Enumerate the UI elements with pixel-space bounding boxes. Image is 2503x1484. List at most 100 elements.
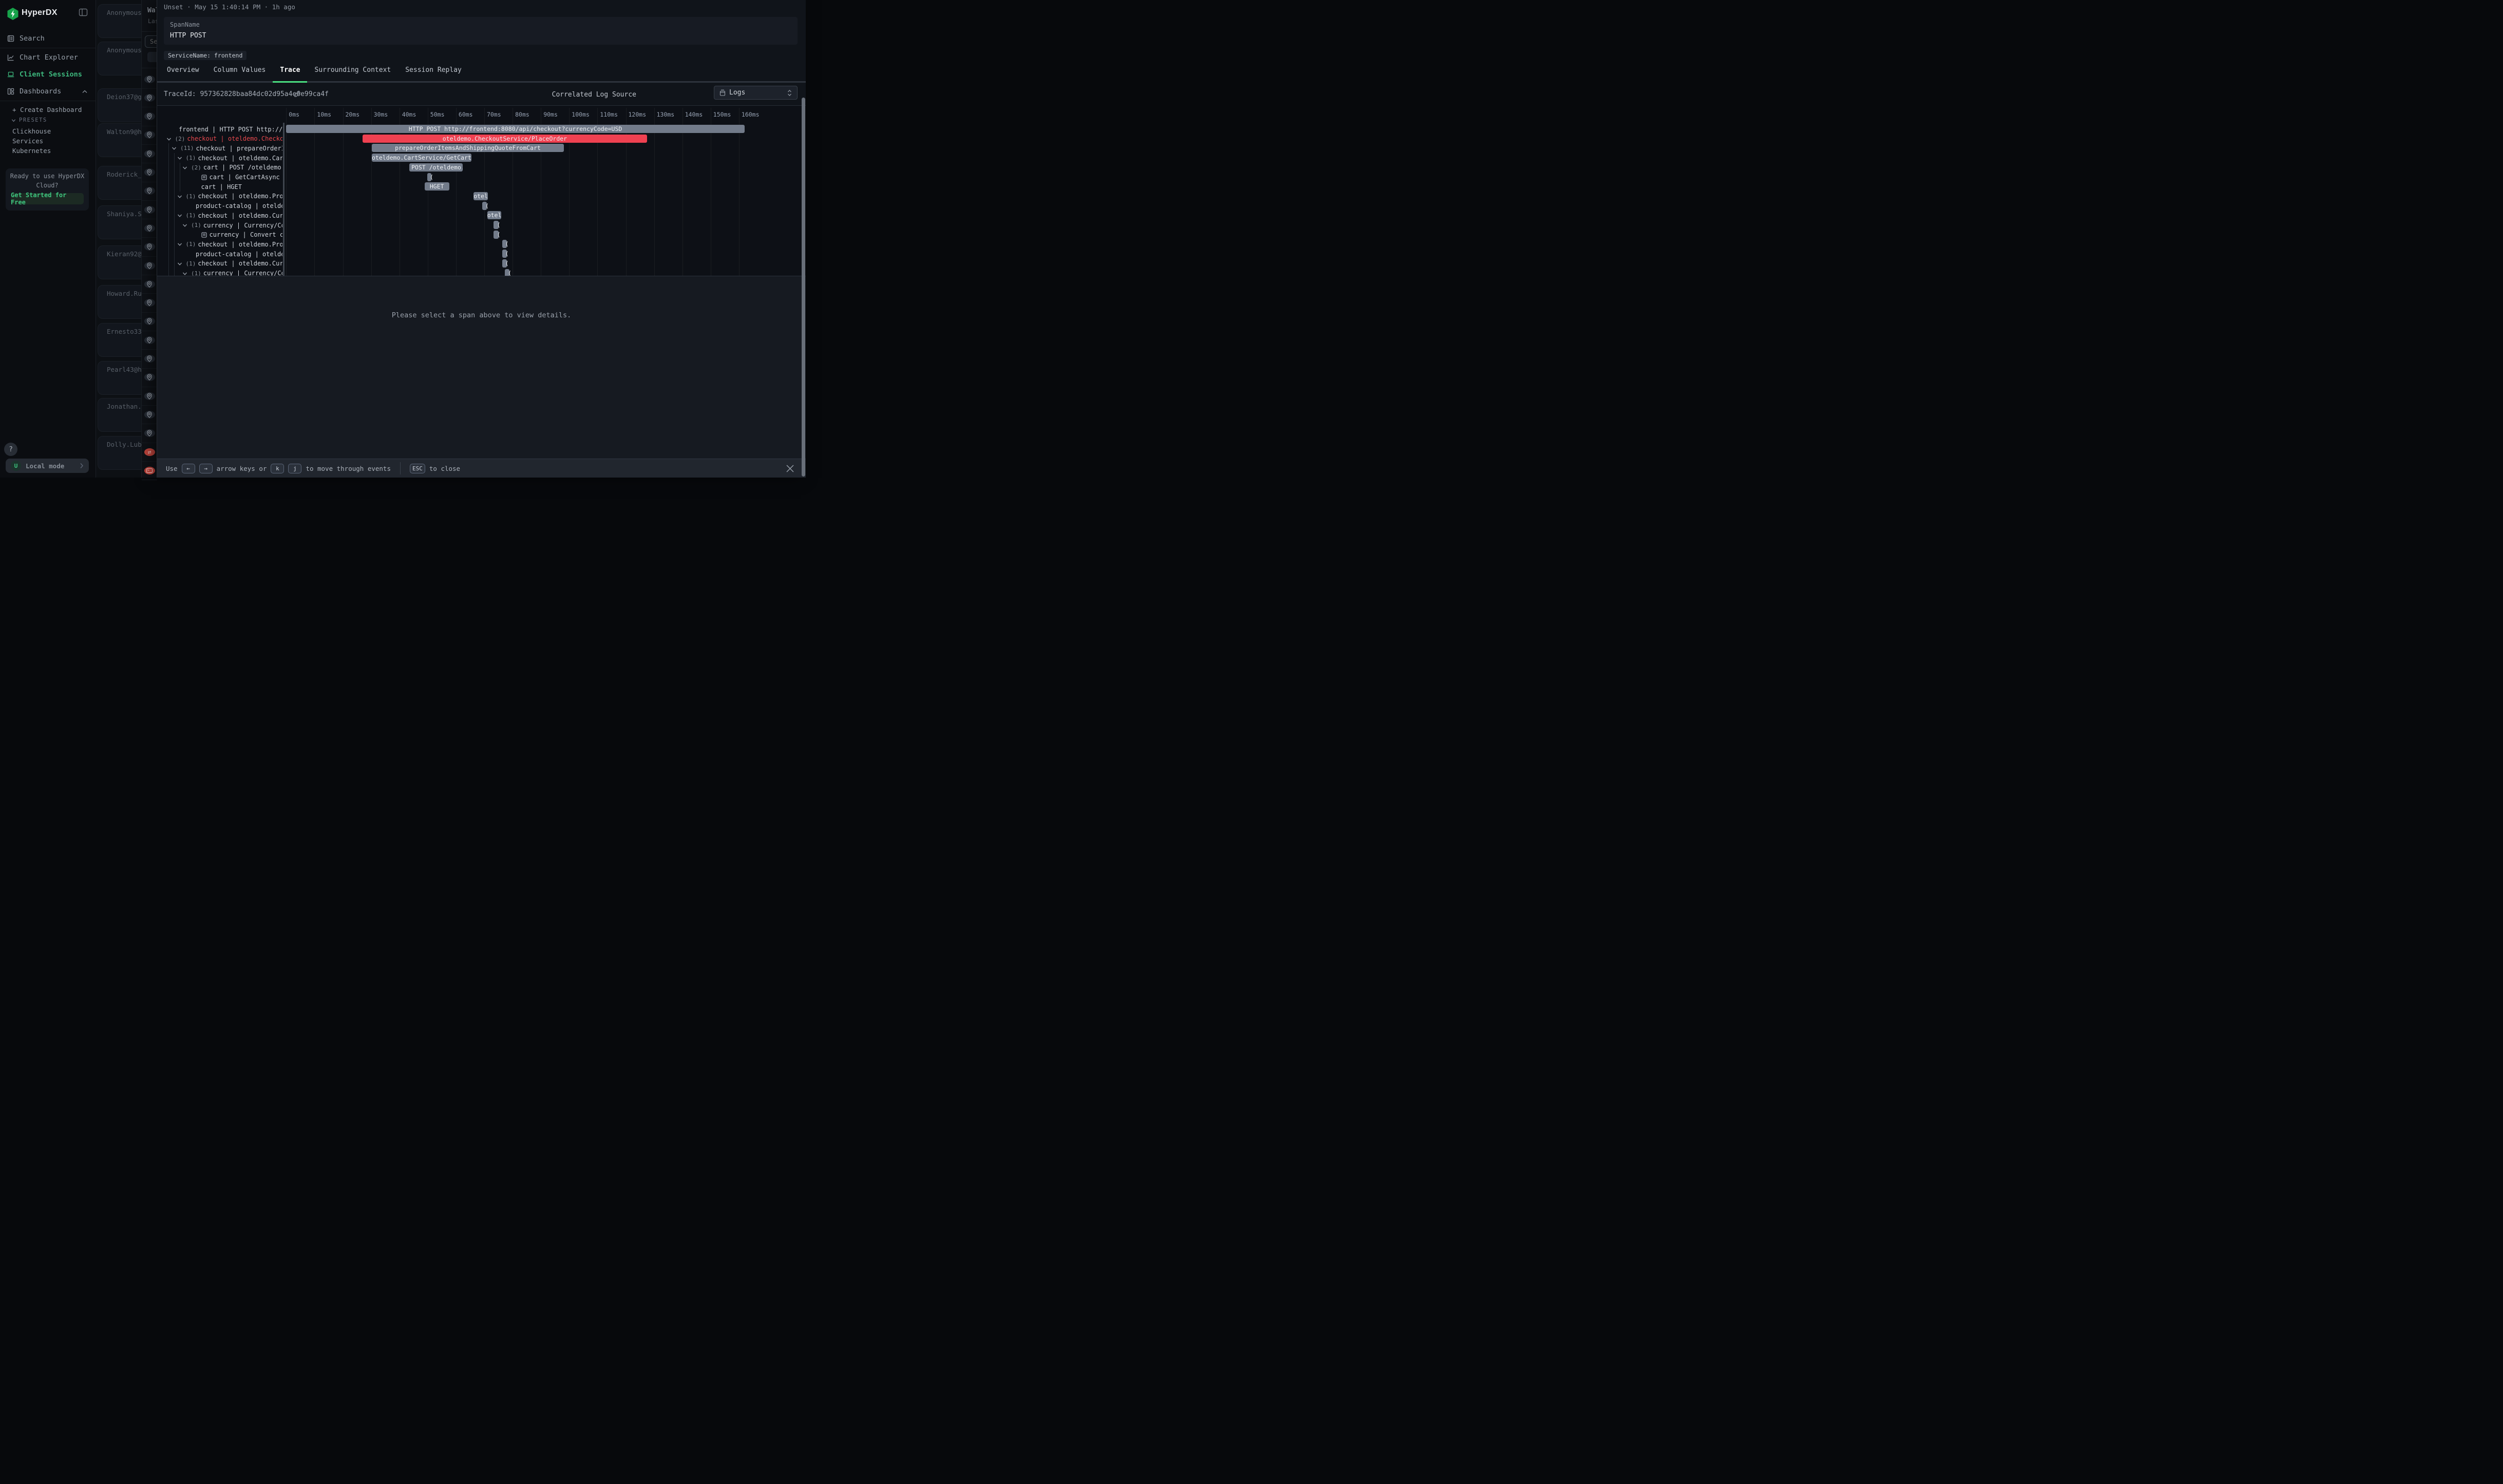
sidebar-item-dashboards[interactable]: Dashboards [0, 84, 96, 99]
trace-tree-row[interactable]: (1)checkout | oteldemo.ProductCat… [157, 239, 282, 249]
chevron-down-icon[interactable] [177, 242, 182, 246]
session-event-row-error[interactable]: ⇄ [142, 443, 157, 462]
trace-span-bar[interactable]: ( [494, 221, 498, 229]
tree-chart-splitter[interactable] [283, 123, 285, 276]
session-event-row[interactable] [142, 88, 157, 107]
trace-tree-row[interactable]: (2)checkout | oteldemo.CheckoutServic… [157, 134, 282, 144]
tab-trace[interactable]: Trace [273, 64, 307, 76]
trace-tree-row[interactable]: cart | GetCartAsync called… [157, 173, 282, 182]
close-icon[interactable] [786, 464, 794, 473]
session-event-row[interactable] [142, 350, 157, 369]
tab-session-replay[interactable]: Session Replay [398, 64, 469, 76]
edit-pencil-icon[interactable] [294, 90, 301, 98]
session-event-row[interactable] [142, 144, 157, 163]
tab-overview[interactable]: Overview [160, 64, 206, 76]
session-event-row-error[interactable]: >_ [142, 461, 157, 480]
session-card[interactable]: Dolly.Lub [98, 436, 141, 470]
session-card[interactable]: Deion37@gm [98, 88, 141, 122]
trace-span-bar[interactable]: prepareOrderItemsAndShippingQuoteFromCar… [372, 144, 564, 152]
session-card[interactable]: Anonymous [98, 42, 141, 75]
trace-tree-row[interactable]: product-catalog | oteldemo.Prod… [157, 249, 282, 259]
trace-tree-row[interactable]: (1)checkout | oteldemo.CurrencySe… [157, 259, 282, 269]
chevron-down-icon[interactable] [182, 223, 187, 227]
chevron-down-icon[interactable] [172, 146, 177, 150]
chevron-down-icon[interactable] [177, 194, 182, 199]
trace-tree-label: cart | POST /oteldemo.CartSe… [203, 164, 282, 171]
session-card[interactable]: Ernesto33@ [98, 323, 141, 357]
session-event-row[interactable] [142, 275, 157, 294]
sidebar-item-client-sessions[interactable]: Client Sessions [0, 67, 96, 82]
trace-span-bar[interactable]: ( [427, 173, 431, 181]
session-event-row[interactable] [142, 331, 157, 350]
trace-tree-row[interactable]: (1)checkout | oteldemo.CurrencySe… [157, 211, 282, 220]
chevron-down-icon[interactable] [177, 156, 182, 160]
session-event-row[interactable] [142, 238, 157, 257]
trace-span-bar[interactable]: HTTP POST http://frontend:8080/api/check… [286, 125, 745, 133]
trace-tree-row[interactable]: (1)checkout | oteldemo.CartServic… [157, 153, 282, 163]
session-card[interactable]: Pearl43@ho [98, 361, 141, 395]
trace-tree-row[interactable]: cart | HGET [157, 182, 282, 192]
trace-tree-row[interactable]: (2)cart | POST /oteldemo.CartSe… [157, 163, 282, 173]
trace-span-bar[interactable]: HGET [425, 182, 449, 191]
trace-tree-row[interactable]: frontend | HTTP POST http://frontend:… [157, 124, 282, 134]
trace-span-bar[interactable]: POST /oteldemo.Cart [409, 163, 463, 172]
session-card[interactable]: Howard.Run [98, 285, 141, 319]
session-event-row[interactable] [142, 312, 157, 331]
service-name-chip[interactable]: ServiceName: frontend [164, 51, 246, 60]
drawer-scrollbar[interactable] [802, 98, 805, 477]
create-dashboard-link[interactable]: + Create Dashboard [0, 104, 96, 115]
session-event-row[interactable] [142, 200, 157, 219]
trace-tree-row[interactable]: currency | Convert convers… [157, 230, 282, 240]
session-event-row[interactable] [142, 126, 157, 145]
trace-tree-row[interactable]: (1)checkout | oteldemo.ProductCat… [157, 192, 282, 201]
session-card[interactable]: Anonymous [98, 4, 141, 38]
trace-span-bar[interactable]: oteldemo.CartService/GetCart [372, 154, 472, 162]
trace-span-bar[interactable]: ( [502, 259, 507, 268]
session-event-row[interactable] [142, 219, 157, 238]
chevron-down-icon[interactable] [182, 165, 187, 170]
session-event-row[interactable] [142, 107, 157, 126]
session-event-row[interactable] [142, 405, 157, 424]
session-event-row[interactable] [142, 182, 157, 201]
chevron-down-icon[interactable] [166, 137, 172, 141]
trace-tree-row[interactable]: (11)checkout | prepareOrderItemsAnd… [157, 143, 282, 153]
chevron-down-icon[interactable] [177, 261, 182, 266]
trace-span-bar[interactable]: ( [502, 240, 507, 248]
tab-column-values[interactable]: Column Values [206, 64, 273, 76]
trace-span-bar[interactable]: ( [494, 231, 498, 239]
get-started-button[interactable]: Get Started for Free [11, 193, 84, 204]
session-card[interactable]: Kieran92@h [98, 245, 141, 279]
trace-span-bar[interactable]: ( [502, 250, 507, 258]
trace-span-bar[interactable]: ( [482, 202, 487, 210]
session-event-row[interactable] [142, 256, 157, 275]
preset-item-kubernetes[interactable]: Kubernetes [0, 145, 96, 156]
help-button[interactable]: ? [4, 443, 17, 456]
sidebar-item-chart-explorer[interactable]: Chart Explorer [0, 50, 96, 65]
trace-span-bar[interactable]: otel [473, 192, 488, 200]
session-event-row[interactable] [142, 424, 157, 443]
sidebar-collapse-icon[interactable] [79, 8, 88, 17]
trace-span-bar[interactable]: ( [505, 269, 509, 277]
presets-header[interactable]: PRESETS [0, 115, 96, 125]
trace-tree-row[interactable]: product-catalog | oteldemo.Prod… [157, 201, 282, 211]
log-source-select[interactable]: Logs [714, 86, 798, 100]
session-event-row[interactable] [142, 163, 157, 182]
local-mode-menu[interactable]: U Local mode [6, 459, 89, 473]
session-event-row[interactable] [142, 387, 157, 406]
trace-tree-row[interactable]: (1)currency | Currency/Convert [157, 269, 282, 277]
trace-tree-row[interactable]: (1)currency | Currency/Convert [157, 220, 282, 230]
session-event-row[interactable] [142, 294, 157, 313]
session-card[interactable]: Jonathan.B [98, 398, 141, 432]
trace-span-bar[interactable]: oteldemo.CheckoutService/PlaceOrder [363, 135, 648, 143]
session-event-row[interactable] [142, 70, 157, 89]
sidebar-item-search[interactable]: Search [0, 31, 96, 46]
chevron-down-icon[interactable] [182, 271, 187, 276]
chevron-down-icon[interactable] [177, 213, 182, 218]
sidebar-item-label: Search [20, 34, 45, 43]
session-event-row[interactable] [142, 368, 157, 387]
trace-span-bar[interactable]: otel [487, 211, 501, 219]
session-card[interactable]: Walton9@ho [98, 123, 141, 157]
tab-surrounding-context[interactable]: Surrounding Context [308, 64, 399, 76]
session-card[interactable]: Roderick_S [98, 166, 141, 200]
session-card[interactable]: Shaniya.Sc [98, 205, 141, 239]
